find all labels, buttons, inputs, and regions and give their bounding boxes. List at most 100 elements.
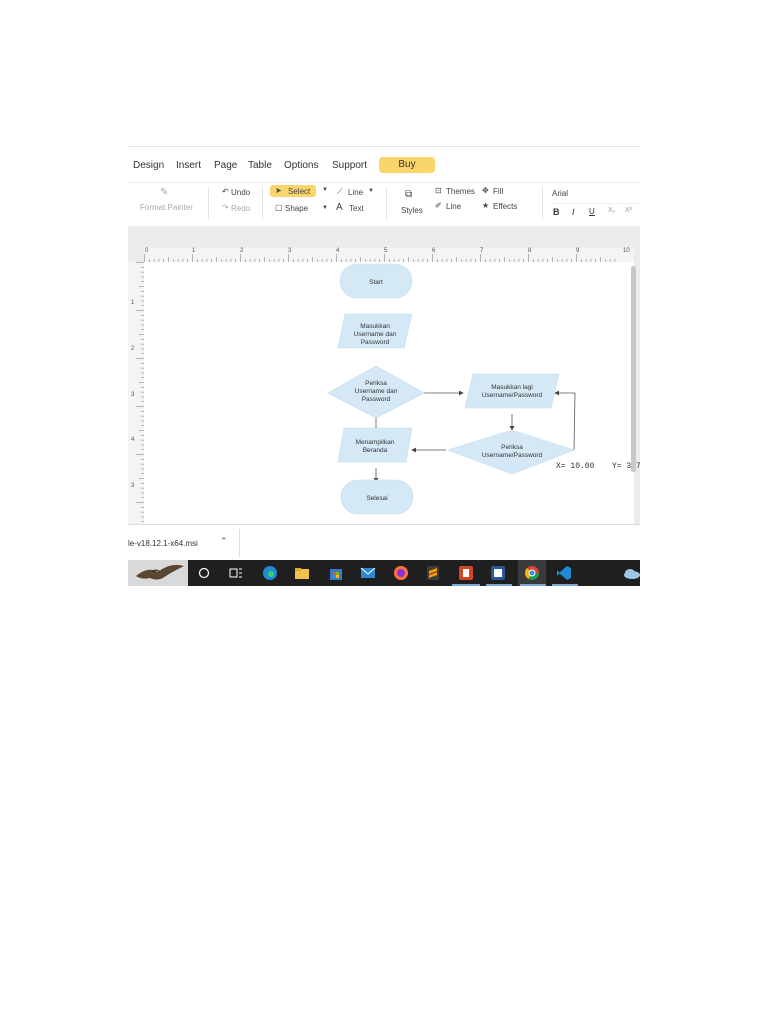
text-icon: A <box>336 202 343 213</box>
cursor-icon: ➤ <box>275 186 282 195</box>
menu-bar: Design Insert Page Table Options Support… <box>128 146 640 183</box>
italic-button[interactable]: I <box>572 207 575 217</box>
sublime-icon[interactable] <box>425 565 441 581</box>
ruler-number: 4 <box>336 248 340 254</box>
menu-table[interactable]: Table <box>248 160 272 171</box>
themes-button[interactable]: Themes <box>446 187 475 196</box>
chevron-up-icon[interactable]: ⌃ <box>220 536 228 547</box>
end-label: Selesai <box>366 495 387 502</box>
powerpoint-icon[interactable] <box>458 565 474 581</box>
menu-insert[interactable]: Insert <box>176 160 201 171</box>
vscode-icon[interactable] <box>556 565 572 581</box>
line-icon: ⟋ <box>337 187 343 196</box>
file-explorer-icon[interactable] <box>294 565 310 581</box>
ruler-number: 2 <box>240 248 244 254</box>
vertical-scrollbar[interactable] <box>631 266 636 472</box>
edge-icon[interactable] <box>262 565 278 581</box>
bold-button[interactable]: B <box>553 207 560 217</box>
line-button[interactable]: Line <box>348 188 363 197</box>
fill-button[interactable]: Fill <box>493 187 503 196</box>
styles-icon: ⧉ <box>405 189 413 200</box>
recheck-label: Periksa <box>501 444 523 451</box>
toolbar-divider <box>386 187 387 219</box>
download-bar: le-v18.12.1-x64.msi ⌃ <box>128 524 640 561</box>
menu-design[interactable]: Design <box>133 160 164 171</box>
check-label: Username dan <box>355 388 398 395</box>
line-style-button[interactable]: Line <box>446 202 461 211</box>
toolbar-divider <box>542 187 543 219</box>
download-divider <box>239 529 240 557</box>
download-file-name[interactable]: le-v18.12.1-x64.msi <box>128 539 198 548</box>
check-label: Periksa <box>365 380 387 387</box>
font-select[interactable]: Arial <box>552 189 640 204</box>
undo-button[interactable]: Undo <box>231 188 250 197</box>
mail-icon[interactable] <box>360 565 376 581</box>
ruler-number: 7 <box>480 248 484 254</box>
store-icon[interactable] <box>328 565 344 581</box>
ruler-number: 0 <box>145 248 149 254</box>
diagram-page[interactable]: Start Masukkan Username dan Password Per… <box>144 262 640 524</box>
redo-button[interactable]: Redo <box>231 204 250 213</box>
buy-button[interactable]: Buy <box>379 157 435 173</box>
font-name: Arial <box>552 189 569 198</box>
format-painter-button[interactable]: Format Painter <box>140 203 193 212</box>
reenter-parallelogram[interactable] <box>464 373 560 409</box>
input-label: Password <box>361 339 390 346</box>
menu-options[interactable]: Options <box>284 160 318 171</box>
line-style-icon: ✐ <box>435 201 442 210</box>
brush-icon: ✎ <box>160 187 169 198</box>
ruler-number: 3 <box>131 392 135 398</box>
subscript-button[interactable]: X₂ <box>608 207 615 214</box>
ruler-number: 3 <box>131 483 135 489</box>
home-label: Beranda <box>363 447 388 454</box>
ruler-number: 2 <box>131 346 135 352</box>
canvas-area: 0 1 2 3 4 5 6 7 8 9 10 1 2 3 4 3 Start M… <box>128 226 640 524</box>
input-label: Masukkan <box>360 323 390 330</box>
home-label: Menampilkan <box>356 439 395 446</box>
taskbar <box>128 560 640 586</box>
reenter-label: Masukkan lagi <box>491 384 533 391</box>
shape-icon: ▢ <box>275 203 283 212</box>
app-screenshot: Design Insert Page Table Options Support… <box>128 146 640 586</box>
text-button[interactable]: Text <box>349 204 364 213</box>
chevron-down-icon[interactable]: ▼ <box>322 205 328 211</box>
ruler-number: 8 <box>528 248 532 254</box>
vertical-ruler: 1 2 3 4 3 <box>128 262 145 524</box>
search-circle-icon[interactable] <box>196 565 212 581</box>
fill-icon: ✥ <box>482 186 489 195</box>
menu-support[interactable]: Support <box>332 160 367 171</box>
word-icon[interactable] <box>490 565 506 581</box>
input-label: Username dan <box>354 331 397 338</box>
running-indicator <box>452 584 480 586</box>
toolbar-divider <box>208 187 209 219</box>
ruler-number: 9 <box>576 248 580 254</box>
running-indicator <box>552 584 578 586</box>
styles-button[interactable]: Styles <box>401 206 423 215</box>
running-indicator <box>520 584 546 586</box>
reenter-label: Username/Password <box>482 392 543 399</box>
ruler-number: 1 <box>192 248 196 254</box>
ruler-number: 5 <box>384 248 388 254</box>
firefox-icon[interactable] <box>393 565 409 581</box>
check-label: Password <box>362 396 391 403</box>
ruler-ticks <box>144 254 616 262</box>
flowchart: Start Masukkan Username dan Password Per… <box>327 263 576 515</box>
undo-icon: ↶ <box>222 187 229 196</box>
effects-button[interactable]: Effects <box>493 202 517 211</box>
task-view-icon[interactable] <box>228 565 244 581</box>
start-label: Start <box>369 279 383 286</box>
x-coordinate: X= 10.00 <box>556 462 595 471</box>
chevron-down-icon[interactable]: ▼ <box>368 188 374 194</box>
horizontal-ruler: 0 1 2 3 4 5 6 7 8 9 10 <box>144 248 634 263</box>
onedrive-icon[interactable] <box>622 565 640 581</box>
menu-page[interactable]: Page <box>214 160 237 171</box>
underline-button[interactable]: U <box>589 207 595 216</box>
ruler-number: 1 <box>131 300 135 306</box>
chevron-down-icon[interactable]: ▼ <box>322 187 328 193</box>
ruler-number: 3 <box>288 248 292 254</box>
ruler-number: 6 <box>432 248 436 254</box>
superscript-button[interactable]: X² <box>625 207 632 214</box>
shape-button[interactable]: Shape <box>285 204 308 213</box>
chrome-icon[interactable] <box>524 565 540 581</box>
eagle-logo-icon[interactable] <box>128 560 188 586</box>
